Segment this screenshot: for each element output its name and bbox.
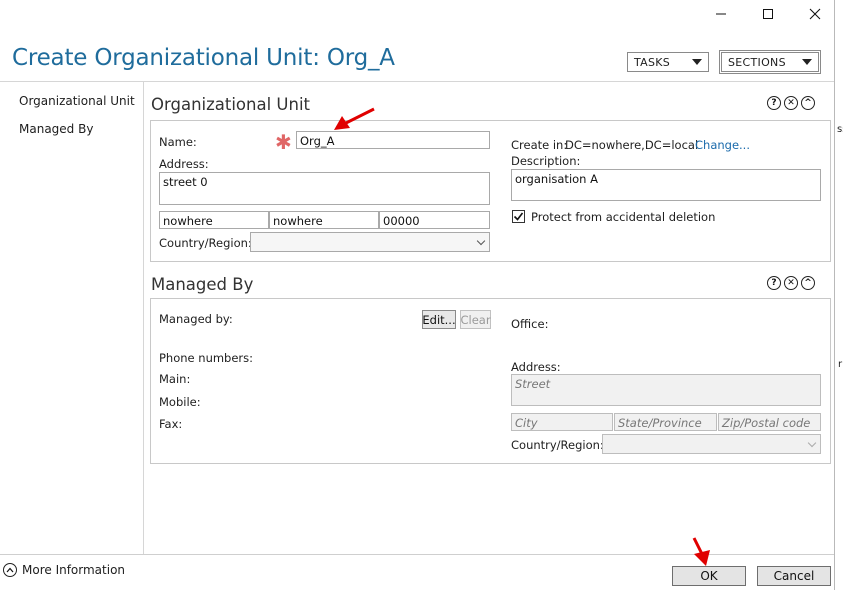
sections-dropdown[interactable]: SECTIONS bbox=[719, 50, 821, 74]
create-in-label: Create in: bbox=[511, 138, 568, 152]
chevron-down-icon bbox=[807, 438, 817, 448]
city-input[interactable]: nowhere bbox=[159, 211, 269, 229]
managed-address-label: Address: bbox=[511, 360, 561, 374]
chevron-down-icon bbox=[476, 236, 486, 246]
collapse-icon[interactable]: ^ bbox=[801, 276, 815, 290]
nav-item-managed-by[interactable]: Managed By bbox=[19, 122, 93, 136]
street-input[interactable]: street 0 bbox=[159, 172, 490, 205]
sections-label: SECTIONS bbox=[728, 55, 786, 69]
edit-button[interactable]: Edit... bbox=[422, 310, 456, 329]
nav-item-organizational-unit[interactable]: Organizational Unit bbox=[19, 94, 135, 108]
ok-button[interactable]: OK bbox=[672, 566, 746, 586]
mobile-phone-label: Mobile: bbox=[159, 395, 201, 409]
managed-section-controls: ? ✕ ^ bbox=[767, 276, 815, 290]
minimize-button[interactable] bbox=[698, 0, 744, 28]
chevron-down-icon bbox=[802, 59, 812, 65]
close-section-icon[interactable]: ✕ bbox=[784, 96, 798, 110]
more-information-toggle[interactable]: More Information bbox=[3, 563, 125, 577]
background-text: ss bbox=[837, 124, 843, 135]
ou-section-title: Organizational Unit bbox=[151, 95, 311, 114]
protect-checkbox[interactable] bbox=[512, 210, 525, 223]
maximize-button[interactable] bbox=[745, 0, 791, 28]
change-link[interactable]: Change... bbox=[695, 138, 750, 152]
phone-numbers-label: Phone numbers: bbox=[159, 351, 254, 365]
ou-section-controls: ? ✕ ^ bbox=[767, 96, 815, 110]
more-information-label: More Information bbox=[22, 563, 126, 577]
name-label: Name: bbox=[159, 135, 197, 149]
address-label: Address: bbox=[159, 157, 209, 171]
managed-state-field: State/Province bbox=[614, 413, 717, 431]
tasks-dropdown[interactable]: TASKS bbox=[627, 52, 709, 72]
chevron-down-icon bbox=[692, 59, 702, 65]
close-window-button[interactable] bbox=[792, 0, 838, 28]
zip-input[interactable]: 00000 bbox=[379, 211, 490, 229]
description-input[interactable]: organisation A bbox=[511, 169, 821, 201]
protect-label: Protect from accidental deletion bbox=[531, 210, 716, 224]
managed-section-title: Managed By bbox=[151, 275, 254, 294]
annotation-arrow-icon bbox=[692, 537, 710, 566]
header-divider bbox=[0, 81, 834, 82]
background-window-edge bbox=[834, 0, 843, 590]
tasks-label: TASKS bbox=[634, 55, 671, 69]
country-select[interactable] bbox=[250, 232, 490, 252]
maximize-icon bbox=[763, 9, 773, 19]
annotation-arrow-icon bbox=[334, 107, 375, 130]
clear-button[interactable]: Clear bbox=[460, 310, 491, 329]
nav-divider bbox=[143, 82, 144, 554]
help-icon[interactable]: ? bbox=[767, 96, 781, 110]
managed-city-field: City bbox=[511, 413, 613, 431]
managed-country-select bbox=[602, 434, 821, 454]
description-label: Description: bbox=[511, 154, 581, 168]
main-phone-label: Main: bbox=[159, 372, 191, 386]
close-icon bbox=[809, 8, 821, 20]
help-icon[interactable]: ? bbox=[767, 276, 781, 290]
office-label: Office: bbox=[511, 317, 549, 331]
name-input[interactable]: Org_A bbox=[296, 131, 490, 149]
state-input[interactable]: nowhere bbox=[269, 211, 379, 229]
collapse-icon[interactable]: ^ bbox=[801, 96, 815, 110]
fax-label: Fax: bbox=[159, 417, 183, 431]
country-label: Country/Region: bbox=[159, 236, 252, 250]
managed-street-field: Street bbox=[511, 374, 821, 406]
required-star-icon: ✱ bbox=[275, 130, 292, 154]
close-section-icon[interactable]: ✕ bbox=[784, 276, 798, 290]
managed-country-label: Country/Region: bbox=[511, 438, 604, 452]
cancel-button[interactable]: Cancel bbox=[757, 566, 831, 586]
page-title: Create Organizational Unit: Org_A bbox=[12, 45, 395, 71]
background-text: r bbox=[838, 359, 843, 370]
managed-by-label: Managed by: bbox=[159, 312, 233, 326]
expand-up-icon bbox=[3, 563, 17, 577]
create-in-value: DC=nowhere,DC=local bbox=[565, 138, 699, 152]
managed-zip-field: Zip/Postal code bbox=[718, 413, 821, 431]
checkmark-icon bbox=[513, 212, 524, 221]
minimize-icon bbox=[716, 13, 726, 15]
